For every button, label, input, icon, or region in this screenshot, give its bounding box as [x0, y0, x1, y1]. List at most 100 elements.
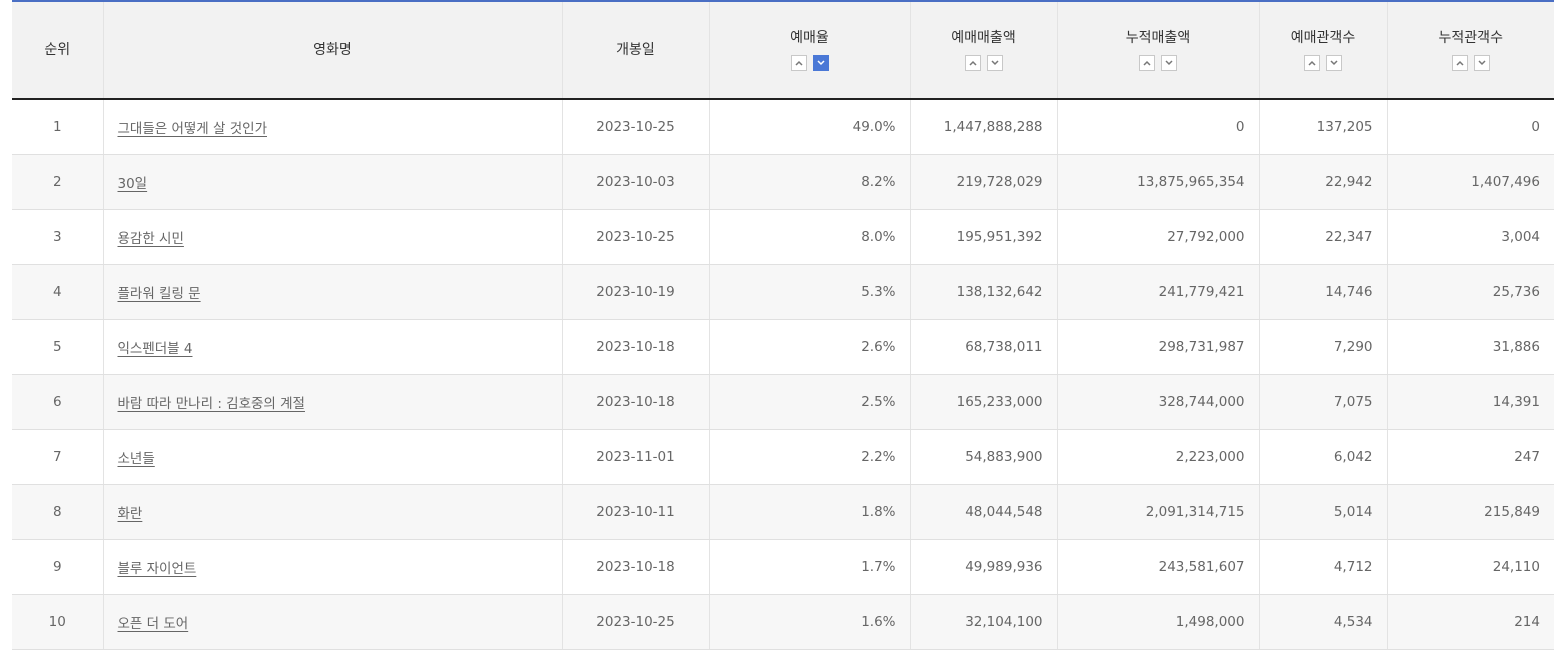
cumulative-sales-sort	[1058, 55, 1259, 71]
movie-title-link[interactable]: 화란	[118, 506, 143, 522]
cumulative-audience-cell: 14,391	[1386, 374, 1554, 430]
title-cell: 플라워 킬링 문	[102, 264, 562, 320]
header-title: 영화명	[102, 0, 562, 100]
cumulative-audience-cell: 0	[1386, 99, 1554, 155]
sort-descending-button[interactable]	[1161, 55, 1177, 71]
sort-descending-button[interactable]	[812, 55, 829, 71]
sort-ascending-button[interactable]	[1304, 55, 1320, 71]
reservation-audience-cell: 4,534	[1258, 594, 1387, 650]
reservation-rate-cell: 49.0%	[708, 99, 910, 155]
table-row: 9 블루 자이언트 2023-10-18 1.7% 49,989,936 243…	[12, 539, 1554, 595]
movie-title-link[interactable]: 오픈 더 도어	[118, 616, 189, 632]
movie-title-link[interactable]: 용감한 시민	[118, 231, 184, 247]
chevron-down-icon	[1165, 60, 1173, 66]
movie-title-link[interactable]: 그대들은 어떻게 살 것인가	[118, 121, 268, 137]
sort-descending-button[interactable]	[1326, 55, 1342, 71]
reservation-rate-cell: 2.5%	[708, 374, 910, 430]
header-reservation-rate: 예매율	[708, 0, 910, 100]
title-cell: 바람 따라 만나리 : 김호중의 계절	[102, 374, 562, 430]
reservation-audience-cell: 22,942	[1258, 154, 1387, 210]
movie-title-link[interactable]: 블루 자이언트	[118, 561, 197, 577]
cumulative-sales-cell: 241,779,421	[1056, 264, 1259, 320]
box-office-table-container: 순위 영화명 개봉일 예매율 예매매출액 누적매출액 예매관객수 누적관객수 1…	[12, 0, 1554, 650]
reservation-audience-cell: 22,347	[1258, 209, 1387, 265]
header-reservation-sales-label: 예매매출액	[951, 30, 1016, 46]
cumulative-audience-sort	[1388, 55, 1554, 71]
cumulative-sales-cell: 13,875,965,354	[1056, 154, 1259, 210]
cumulative-audience-cell: 214	[1386, 594, 1554, 650]
release-date-cell: 2023-11-01	[561, 429, 709, 485]
header-reservation-rate-label: 예매율	[790, 30, 829, 46]
release-date-cell: 2023-10-25	[561, 99, 709, 155]
chevron-up-icon	[794, 60, 803, 66]
header-cumulative-sales-label: 누적매출액	[1125, 30, 1191, 46]
title-cell: 용감한 시민	[102, 209, 562, 265]
chevron-up-icon	[968, 60, 977, 66]
reservation-sales-cell: 32,104,100	[909, 594, 1057, 650]
reservation-audience-cell: 7,290	[1258, 319, 1387, 375]
reservation-audience-cell: 14,746	[1258, 264, 1387, 320]
cumulative-sales-cell: 2,091,314,715	[1056, 484, 1259, 540]
release-date-cell: 2023-10-25	[561, 209, 709, 265]
reservation-rate-cell: 1.8%	[708, 484, 910, 540]
movie-title-link[interactable]: 소년들	[118, 451, 155, 467]
reservation-rate-cell: 2.2%	[708, 429, 910, 485]
rank-cell: 10	[12, 594, 103, 650]
reservation-rate-cell: 5.3%	[708, 264, 910, 320]
table-row: 6 바람 따라 만나리 : 김호중의 계절 2023-10-18 2.5% 16…	[12, 374, 1554, 430]
box-office-table: 순위 영화명 개봉일 예매율 예매매출액 누적매출액 예매관객수 누적관객수 1…	[12, 0, 1554, 650]
sort-ascending-button[interactable]	[1451, 55, 1468, 71]
release-date-cell: 2023-10-03	[561, 154, 709, 210]
table-row: 8 화란 2023-10-11 1.8% 48,044,548 2,091,31…	[12, 484, 1554, 540]
reservation-audience-cell: 7,075	[1258, 374, 1387, 430]
sort-ascending-button[interactable]	[1139, 55, 1155, 71]
title-cell: 그대들은 어떻게 살 것인가	[102, 99, 562, 155]
chevron-down-icon	[816, 60, 825, 66]
header-reservation-audience-label: 예매관객수	[1290, 30, 1356, 46]
cumulative-audience-cell: 215,849	[1386, 484, 1554, 540]
reservation-sales-cell: 165,233,000	[909, 374, 1057, 430]
header-reservation-sales: 예매매출액	[909, 0, 1057, 100]
reservation-rate-cell: 1.7%	[708, 539, 910, 595]
table-row: 4 플라워 킬링 문 2023-10-19 5.3% 138,132,642 2…	[12, 264, 1554, 320]
rank-cell: 1	[12, 99, 103, 155]
movie-title-link[interactable]: 익스펜더블 4	[118, 341, 193, 357]
sort-ascending-button[interactable]	[790, 55, 807, 71]
header-cumulative-sales: 누적매출액	[1056, 0, 1259, 100]
sort-descending-button[interactable]	[986, 55, 1003, 71]
title-cell: 화란	[102, 484, 562, 540]
cumulative-sales-cell: 27,792,000	[1056, 209, 1259, 265]
title-cell: 30일	[102, 154, 562, 210]
reservation-sales-cell: 48,044,548	[909, 484, 1057, 540]
header-release-date: 개봉일	[561, 0, 709, 100]
movie-title-link[interactable]: 30일	[118, 176, 148, 192]
release-date-cell: 2023-10-19	[561, 264, 709, 320]
rank-cell: 9	[12, 539, 103, 595]
chevron-up-icon	[1308, 60, 1316, 66]
rank-cell: 5	[12, 319, 103, 375]
reservation-sales-cell: 195,951,392	[909, 209, 1057, 265]
reservation-sales-cell: 68,738,011	[909, 319, 1057, 375]
chevron-down-icon	[990, 60, 999, 66]
release-date-cell: 2023-10-18	[561, 374, 709, 430]
reservation-rate-cell: 1.6%	[708, 594, 910, 650]
movie-title-link[interactable]: 플라워 킬링 문	[118, 286, 201, 302]
reservation-audience-cell: 5,014	[1258, 484, 1387, 540]
table-row: 5 익스펜더블 4 2023-10-18 2.6% 68,738,011 298…	[12, 319, 1554, 375]
cumulative-sales-cell: 243,581,607	[1056, 539, 1259, 595]
reservation-audience-cell: 4,712	[1258, 539, 1387, 595]
table-header-row: 순위 영화명 개봉일 예매율 예매매출액 누적매출액 예매관객수 누적관객수	[12, 0, 1554, 100]
sort-descending-button[interactable]	[1473, 55, 1490, 71]
reservation-sales-cell: 219,728,029	[909, 154, 1057, 210]
chevron-down-icon	[1478, 60, 1486, 66]
title-cell: 블루 자이언트	[102, 539, 562, 595]
release-date-cell: 2023-10-11	[561, 484, 709, 540]
cumulative-sales-cell: 328,744,000	[1056, 374, 1259, 430]
header-title-label: 영화명	[313, 42, 352, 58]
reservation-sales-cell: 1,447,888,288	[909, 99, 1057, 155]
movie-title-link[interactable]: 바람 따라 만나리 : 김호중의 계절	[118, 396, 305, 412]
sort-ascending-button[interactable]	[964, 55, 981, 71]
header-cumulative-audience-label: 누적관객수	[1438, 30, 1503, 46]
cumulative-audience-cell: 1,407,496	[1386, 154, 1554, 210]
reservation-rate-cell: 8.2%	[708, 154, 910, 210]
